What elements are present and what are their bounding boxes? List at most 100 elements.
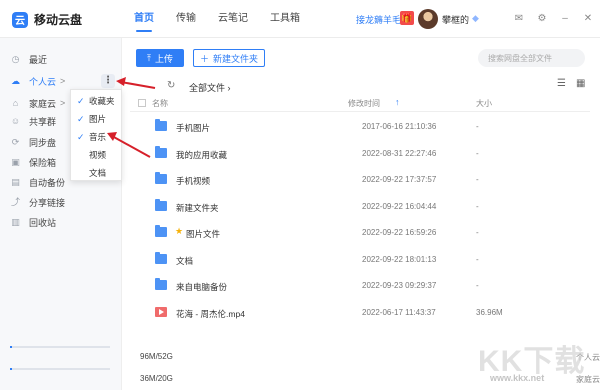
menu-item-label: 音乐: [89, 132, 107, 142]
nav-transfer[interactable]: 传输: [176, 0, 196, 38]
menu-item-video[interactable]: 视频: [71, 146, 123, 164]
username[interactable]: 攀框的: [442, 13, 469, 26]
close-icon[interactable]: ✕: [581, 12, 595, 26]
file-size: 36.96M: [476, 308, 503, 317]
new-folder-button[interactable]: ＋ 新建文件夹: [193, 49, 265, 67]
list-view-icon[interactable]: ☰: [557, 78, 566, 89]
backup-icon: ▤: [11, 176, 20, 187]
nav-cloud-notes[interactable]: 云笔记: [218, 0, 248, 38]
watermark-url: www.kkx.net: [490, 373, 545, 383]
table-row[interactable]: 花海 - 周杰伦.mp4 2022-06-17 11:43:37 36.96M: [130, 300, 590, 327]
top-bar: 云 移动云盘 首页 传输 云笔记 工具箱 接龙薅羊毛 🎁 攀框的 ◆ ✉ ⚙ –…: [0, 0, 600, 38]
column-name[interactable]: 名称: [152, 98, 168, 109]
file-date: 2022-08-31 22:27:46: [362, 149, 437, 158]
clock-icon: ◷: [11, 53, 20, 64]
table-row[interactable]: 手机图片 2017-06-16 21:10:36 -: [130, 114, 590, 141]
file-date: 2022-06-17 11:43:37: [362, 308, 436, 317]
check-icon: ✓: [77, 131, 85, 142]
file-name: 手机视频: [176, 176, 211, 186]
app-logo[interactable]: 云 移动云盘: [12, 11, 82, 28]
column-modified[interactable]: 修改时间: [348, 98, 380, 109]
table-row[interactable]: 来自电脑备份 2022-09-23 09:29:37 -: [130, 273, 590, 300]
menu-item-label: 文档: [89, 168, 107, 178]
sort-up-icon[interactable]: ↑: [395, 97, 400, 107]
main-nav: 首页 传输 云笔记 工具箱: [134, 0, 322, 38]
nav-home[interactable]: 首页: [134, 0, 154, 38]
personal-cloud-quota: 96M/52G 个人云: [10, 346, 600, 362]
sidebar-item-label: 自动备份: [29, 177, 66, 188]
star-icon: ★: [175, 226, 184, 236]
quota-used: 36M/20G: [140, 374, 173, 383]
safe-icon: ▣: [11, 156, 20, 167]
check-icon: ✓: [77, 113, 85, 124]
video-file-icon: [155, 307, 167, 317]
folder-icon: [155, 146, 167, 158]
sidebar-item-share-links[interactable]: ⤴ 分享链接: [10, 193, 118, 211]
quota-fill: [10, 368, 12, 370]
grid-view-icon[interactable]: ▦: [576, 78, 585, 89]
table-row[interactable]: 我的应用收藏 2022-08-31 22:27:46 -: [130, 141, 590, 168]
file-name: 手机图片: [176, 123, 211, 133]
menu-item-label: 图片: [89, 114, 107, 124]
select-all-checkbox[interactable]: [138, 99, 146, 107]
chevron-right-icon: >: [60, 98, 66, 108]
folder-icon: [155, 278, 167, 290]
settings-icon[interactable]: ⚙: [535, 12, 549, 26]
sidebar-item-label: 同步盘: [29, 137, 57, 148]
table-row[interactable]: ★ 图片文件 2022-09-22 16:59:26 -: [130, 220, 590, 247]
breadcrumb[interactable]: 全部文件 ›: [189, 81, 231, 94]
promo-link[interactable]: 接龙薅羊毛: [356, 13, 401, 26]
menu-item-favorites[interactable]: ✓ 收藏夹: [71, 92, 123, 110]
file-size: -: [476, 175, 479, 184]
chevron-right-icon: >: [60, 76, 66, 86]
mail-icon[interactable]: ✉: [512, 12, 526, 26]
menu-item-music[interactable]: ✓ 音乐: [71, 128, 123, 146]
table-row[interactable]: 手机视频 2022-09-22 17:37:57 -: [130, 167, 590, 194]
annotation-arrow-to-menu-button: [120, 81, 156, 89]
file-name: 花海 - 周杰伦.mp4: [176, 309, 245, 319]
file-name: 文档: [176, 256, 194, 266]
menu-item-pictures[interactable]: ✓ 图片: [71, 110, 123, 128]
sidebar-item-recent[interactable]: ◷ 最近: [10, 50, 118, 68]
menu-item-label: 收藏夹: [89, 96, 115, 106]
file-date: 2022-09-22 17:37:57: [362, 175, 437, 184]
minimize-icon[interactable]: –: [558, 12, 572, 26]
menu-item-documents[interactable]: 文档: [71, 164, 123, 182]
file-date: 2022-09-22 16:04:44: [362, 202, 437, 211]
more-options-button[interactable]: ⋮: [101, 74, 115, 88]
file-date: 2017-06-16 21:10:36: [362, 122, 437, 131]
refresh-icon[interactable]: ↻: [167, 80, 175, 91]
more-options-menu: ✓ 收藏夹 ✓ 图片 ✓ 音乐 视频 文档: [70, 89, 122, 181]
app-name: 移动云盘: [34, 13, 83, 27]
folder-icon: [155, 172, 167, 184]
sidebar-item-label: 共享群: [29, 116, 57, 127]
sidebar-item-label: 最近: [29, 54, 48, 65]
upload-button[interactable]: ⤒ 上传: [136, 49, 184, 67]
file-name: 来自电脑备份: [176, 282, 228, 292]
file-table-header: 名称 修改时间 ↑ 大小: [130, 94, 590, 112]
table-row[interactable]: 文档 2022-09-22 18:01:13 -: [130, 247, 590, 274]
table-row[interactable]: 新建文件夹 2022-09-22 16:04:44 -: [130, 194, 590, 221]
sidebar-item-recycle-bin[interactable]: ▥ 回收站: [10, 213, 118, 231]
avatar[interactable]: [418, 9, 438, 29]
file-date: 2022-09-23 09:29:37: [362, 281, 437, 290]
folder-icon: [155, 225, 167, 237]
window-controls: ✉ ⚙ – ✕: [512, 12, 600, 26]
file-size: -: [476, 281, 479, 290]
column-size[interactable]: 大小: [476, 98, 492, 109]
quota-fill: [10, 346, 12, 348]
file-size: -: [476, 202, 479, 211]
nav-toolbox[interactable]: 工具箱: [270, 0, 300, 38]
file-name: 我的应用收藏: [176, 150, 228, 160]
family-cloud-quota: 36M/20G 家庭云: [10, 368, 600, 384]
breadcrumb-all-files[interactable]: 全部文件: [189, 83, 225, 93]
share-icon: ⤴: [10, 196, 20, 207]
file-name: 图片文件: [186, 229, 221, 239]
gift-icon[interactable]: 🎁: [400, 11, 414, 25]
quota-bar: [10, 368, 110, 370]
file-date: 2022-09-22 18:01:13: [362, 255, 437, 264]
search-input[interactable]: [478, 49, 585, 67]
sidebar-item-label: 分享链接: [29, 197, 66, 208]
plus-icon: ＋: [199, 53, 209, 64]
cloud-logo-icon: 云: [12, 11, 28, 28]
